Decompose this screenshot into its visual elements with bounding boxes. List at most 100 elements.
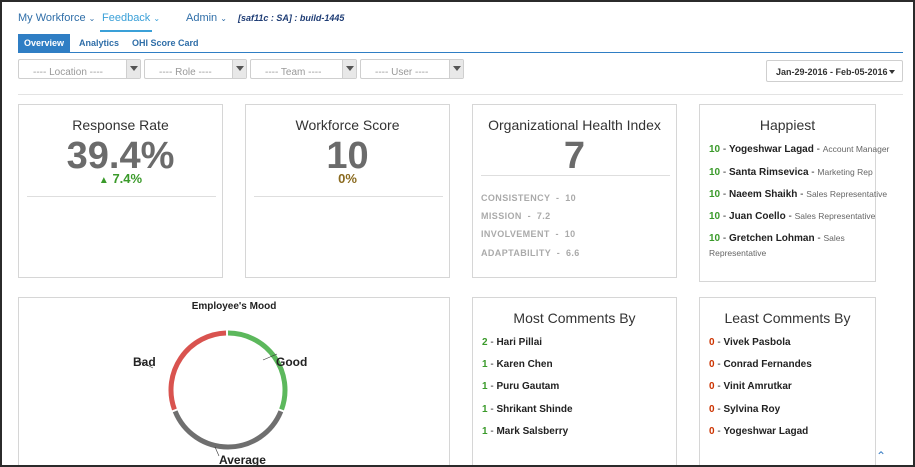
ohi-metric-value: 6.6 [565,248,580,258]
happiest-card: Happiest 10 - Yogeshwar Lagad - Account … [699,104,889,282]
section-divider [18,94,903,95]
comment-author: Sylvina Roy [723,404,781,415]
comment-count: 0 [709,404,715,415]
caret-down-icon [889,70,895,74]
workforce-score-title: Workforce Score [295,117,400,133]
nav-admin[interactable]: Admin ⌄ [186,12,227,24]
tab-overview[interactable]: Overview [18,34,71,52]
comment-count: 0 [709,426,715,437]
ohi-metric-label: CONSISTENCY [481,193,551,203]
chevron-down-icon: ⌄ [88,14,96,23]
least-comments-card: Least Comments By 0 - Vivek Pasbola 0 - … [699,297,876,465]
nav-feedback-label: Feedback [102,12,151,24]
tab-ohi-score-card[interactable]: OHI Score Card [132,34,199,52]
response-rate-delta-value: 7.4% [112,171,143,186]
comment-author: Mark Salsberry [496,426,569,437]
mood-arc-average [172,410,284,450]
ohi-metric-label: MISSION [481,211,522,221]
chevron-down-icon: ⌄ [153,14,161,23]
ohi-metric-adaptability: ADAPTABILITY - 6.6 [481,248,580,258]
happiest-score: 10 [709,167,721,178]
happiest-score: 10 [709,211,721,222]
nav-my-workforce[interactable]: My Workforce ⌄ [18,12,95,24]
date-range-value: Jan-29-2016 - Feb-05-2016 [776,67,888,77]
location-select[interactable]: ---- Location ---- [18,59,141,79]
role-select[interactable]: ---- Role ---- [144,59,247,79]
response-rate-title: Response Rate [72,117,169,133]
happiest-name: Juan Coello [729,211,786,222]
happiest-name: Yogeshwar Lagad [729,144,814,155]
least-comments-item: 0 - Yogeshwar Lagad [709,426,809,437]
comment-author: Vinit Amrutkar [723,381,792,392]
happiest-item: 10 - Juan Coello - Sales Representative [709,211,876,222]
comment-author: Karen Chen [496,359,553,370]
happiest-score: 10 [709,144,721,155]
happiest-role: Account Manager [822,144,890,154]
ohi-metric-label: ADAPTABILITY [481,248,551,258]
card-separator [27,196,216,197]
most-comments-card: Most Comments By 2 - Hari Pillai 1 - Kar… [472,297,677,465]
comment-author: Yogeshwar Lagad [723,426,809,437]
nav-admin-label: Admin [186,12,218,24]
most-comments-item: 1 - Puru Gautam [482,381,560,392]
comment-count: 0 [709,381,715,392]
comment-author: Hari Pillai [496,337,543,348]
most-comments-item: 1 - Mark Salsberry [482,426,569,437]
comment-author: Shrikant Shinde [496,404,573,415]
comment-count: 1 [482,359,488,370]
happiest-role: Representative [709,248,767,258]
comment-count: 2 [482,337,488,348]
team-select[interactable]: ---- Team ---- [250,59,357,79]
happiest-name: Santa Rimsevica [729,167,809,178]
ohi-metric-involvement: INVOLVEMENT - 10 [481,229,576,239]
ohi-metric-label: INVOLVEMENT [481,229,550,239]
dropdown-arrow-icon [232,60,246,78]
dropdown-arrow-icon [449,60,463,78]
comment-count: 1 [482,404,488,415]
most-comments-title: Most Comments By [513,310,636,326]
tab-analytics[interactable]: Analytics [79,34,119,52]
card-separator [254,196,443,197]
comment-count: 1 [482,381,488,392]
ohi-metric-value: 10 [565,193,577,203]
card-separator [481,175,670,176]
least-comments-item: 0 - Vinit Amrutkar [709,381,792,392]
happiest-role: Sales Representative [794,211,876,221]
subtab-divider [18,52,903,53]
comment-author: Conrad Fernandes [723,359,812,370]
workforce-score-delta: 0% [338,171,357,186]
team-select-value: ---- Team ---- [265,67,322,78]
comment-author: Puru Gautam [496,381,560,392]
workforce-score-value: 10 [326,135,369,177]
happiest-item: 10 - Gretchen Lohman - Sales [709,233,845,244]
most-comments-item: 1 - Shrikant Shinde [482,404,573,415]
happiest-title: Happiest [759,117,816,133]
date-range-picker[interactable]: Jan-29-2016 - Feb-05-2016 [766,60,903,82]
triangle-up-icon: ▲ [98,175,109,186]
double-chevron-up-icon[interactable]: ⌃ [876,449,886,463]
least-comments-item: 0 - Sylvina Roy [709,404,781,415]
mood-arc-good [227,330,288,411]
user-select-value: ---- User ---- [375,67,429,78]
ohi-value: 7 [563,135,586,177]
ohi-metric-value: 7.2 [536,211,551,221]
most-comments-item: 1 - Karen Chen [482,359,553,370]
ohi-metric-consistency: CONSISTENCY - 10 [481,193,577,203]
least-comments-title: Least Comments By [724,310,851,326]
response-rate-delta: ▲ 7.4% [19,171,222,186]
user-select[interactable]: ---- User ---- [360,59,464,79]
mood-label-good: Good [276,355,308,369]
least-comments-item: 0 - Conrad Fernandes [709,359,812,370]
response-rate-card: Response Rate 39.4% ▲ 7.4% [18,104,223,278]
most-comments-item: 2 - Hari Pillai [482,337,543,348]
ohi-card: Organizational Health Index 7 CONSISTENC… [472,104,677,278]
comment-count: 1 [482,426,488,437]
least-comments-item: 0 - Vivek Pasbola [709,337,791,348]
happiest-score: 10 [709,233,721,244]
chevron-down-icon: ⌄ [220,14,227,23]
happiest-score: 10 [709,189,721,200]
location-select-value: ---- Location ---- [33,67,104,78]
app-frame: My Workforce ⌄ Feedback ⌄ Admin ⌄ [saf11c :… [0,0,915,467]
dropdown-arrow-icon [126,60,140,78]
nav-feedback[interactable]: Feedback ⌄ [102,12,160,24]
